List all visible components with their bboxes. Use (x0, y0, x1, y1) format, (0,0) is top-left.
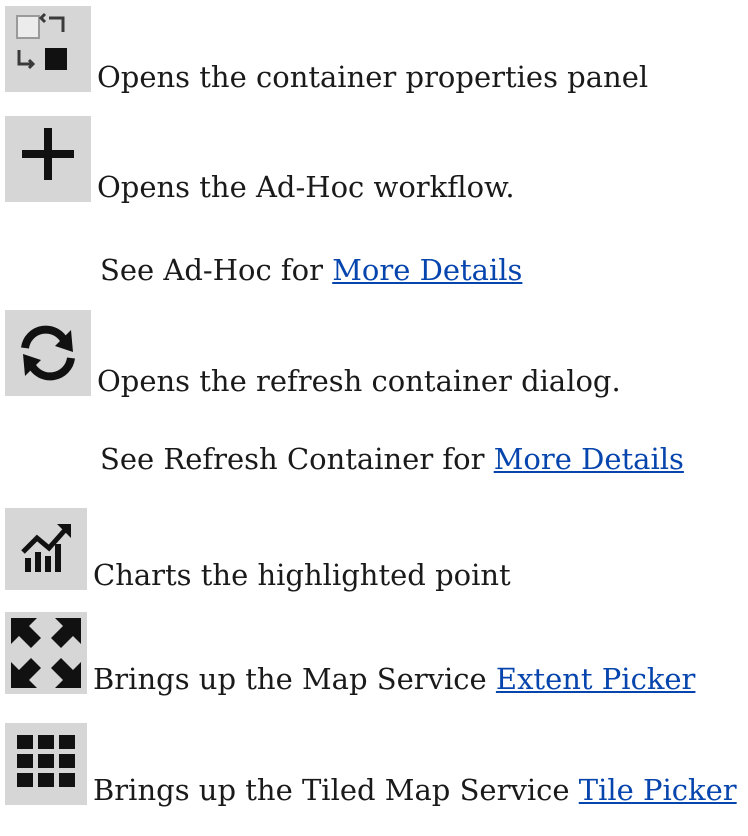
tile-picker-description: Brings up the Tiled Map Service Tile Pic… (93, 776, 737, 805)
chart-entry: Charts the highlighted point (5, 508, 511, 590)
extent-picker-description: Brings up the Map Service Extent Picker (93, 665, 695, 694)
refresh-icon[interactable] (5, 310, 91, 396)
ad-hoc-entry: Opens the Ad-Hoc workflow. (5, 116, 515, 202)
refresh-description: Opens the refresh container dialog. (97, 364, 621, 398)
plus-icon[interactable] (5, 116, 91, 202)
chart-description: Charts the highlighted point (93, 558, 511, 592)
extent-picker-text: Brings up the Map Service (93, 662, 496, 696)
refresh-see-text: See Refresh Container for (100, 442, 494, 476)
container-properties-icon[interactable] (5, 6, 91, 92)
tile-picker-text: Brings up the Tiled Map Service (93, 773, 579, 807)
ad-hoc-see-also: See Ad-Hoc for More Details (100, 256, 522, 285)
chart-trend-icon[interactable] (5, 508, 87, 590)
container-properties-entry: Opens the container properties panel (5, 6, 648, 92)
expand-arrows-icon[interactable] (5, 612, 87, 694)
ad-hoc-more-details-link[interactable]: More Details (332, 253, 522, 287)
tile-picker-entry: Brings up the Tiled Map Service Tile Pic… (5, 723, 737, 805)
ad-hoc-description: Opens the Ad-Hoc workflow. (97, 170, 515, 204)
container-properties-description: Opens the container properties panel (97, 60, 649, 94)
ad-hoc-see-text: See Ad-Hoc for (100, 253, 333, 287)
extent-picker-link[interactable]: Extent Picker (496, 662, 696, 696)
extent-picker-entry: Brings up the Map Service Extent Picker (5, 612, 695, 694)
refresh-entry: Opens the refresh container dialog. (5, 310, 621, 396)
tile-picker-link[interactable]: Tile Picker (579, 773, 737, 807)
grid-tiles-icon[interactable] (5, 723, 87, 805)
refresh-more-details-link[interactable]: More Details (494, 442, 684, 476)
refresh-see-also: See Refresh Container for More Details (100, 445, 684, 474)
